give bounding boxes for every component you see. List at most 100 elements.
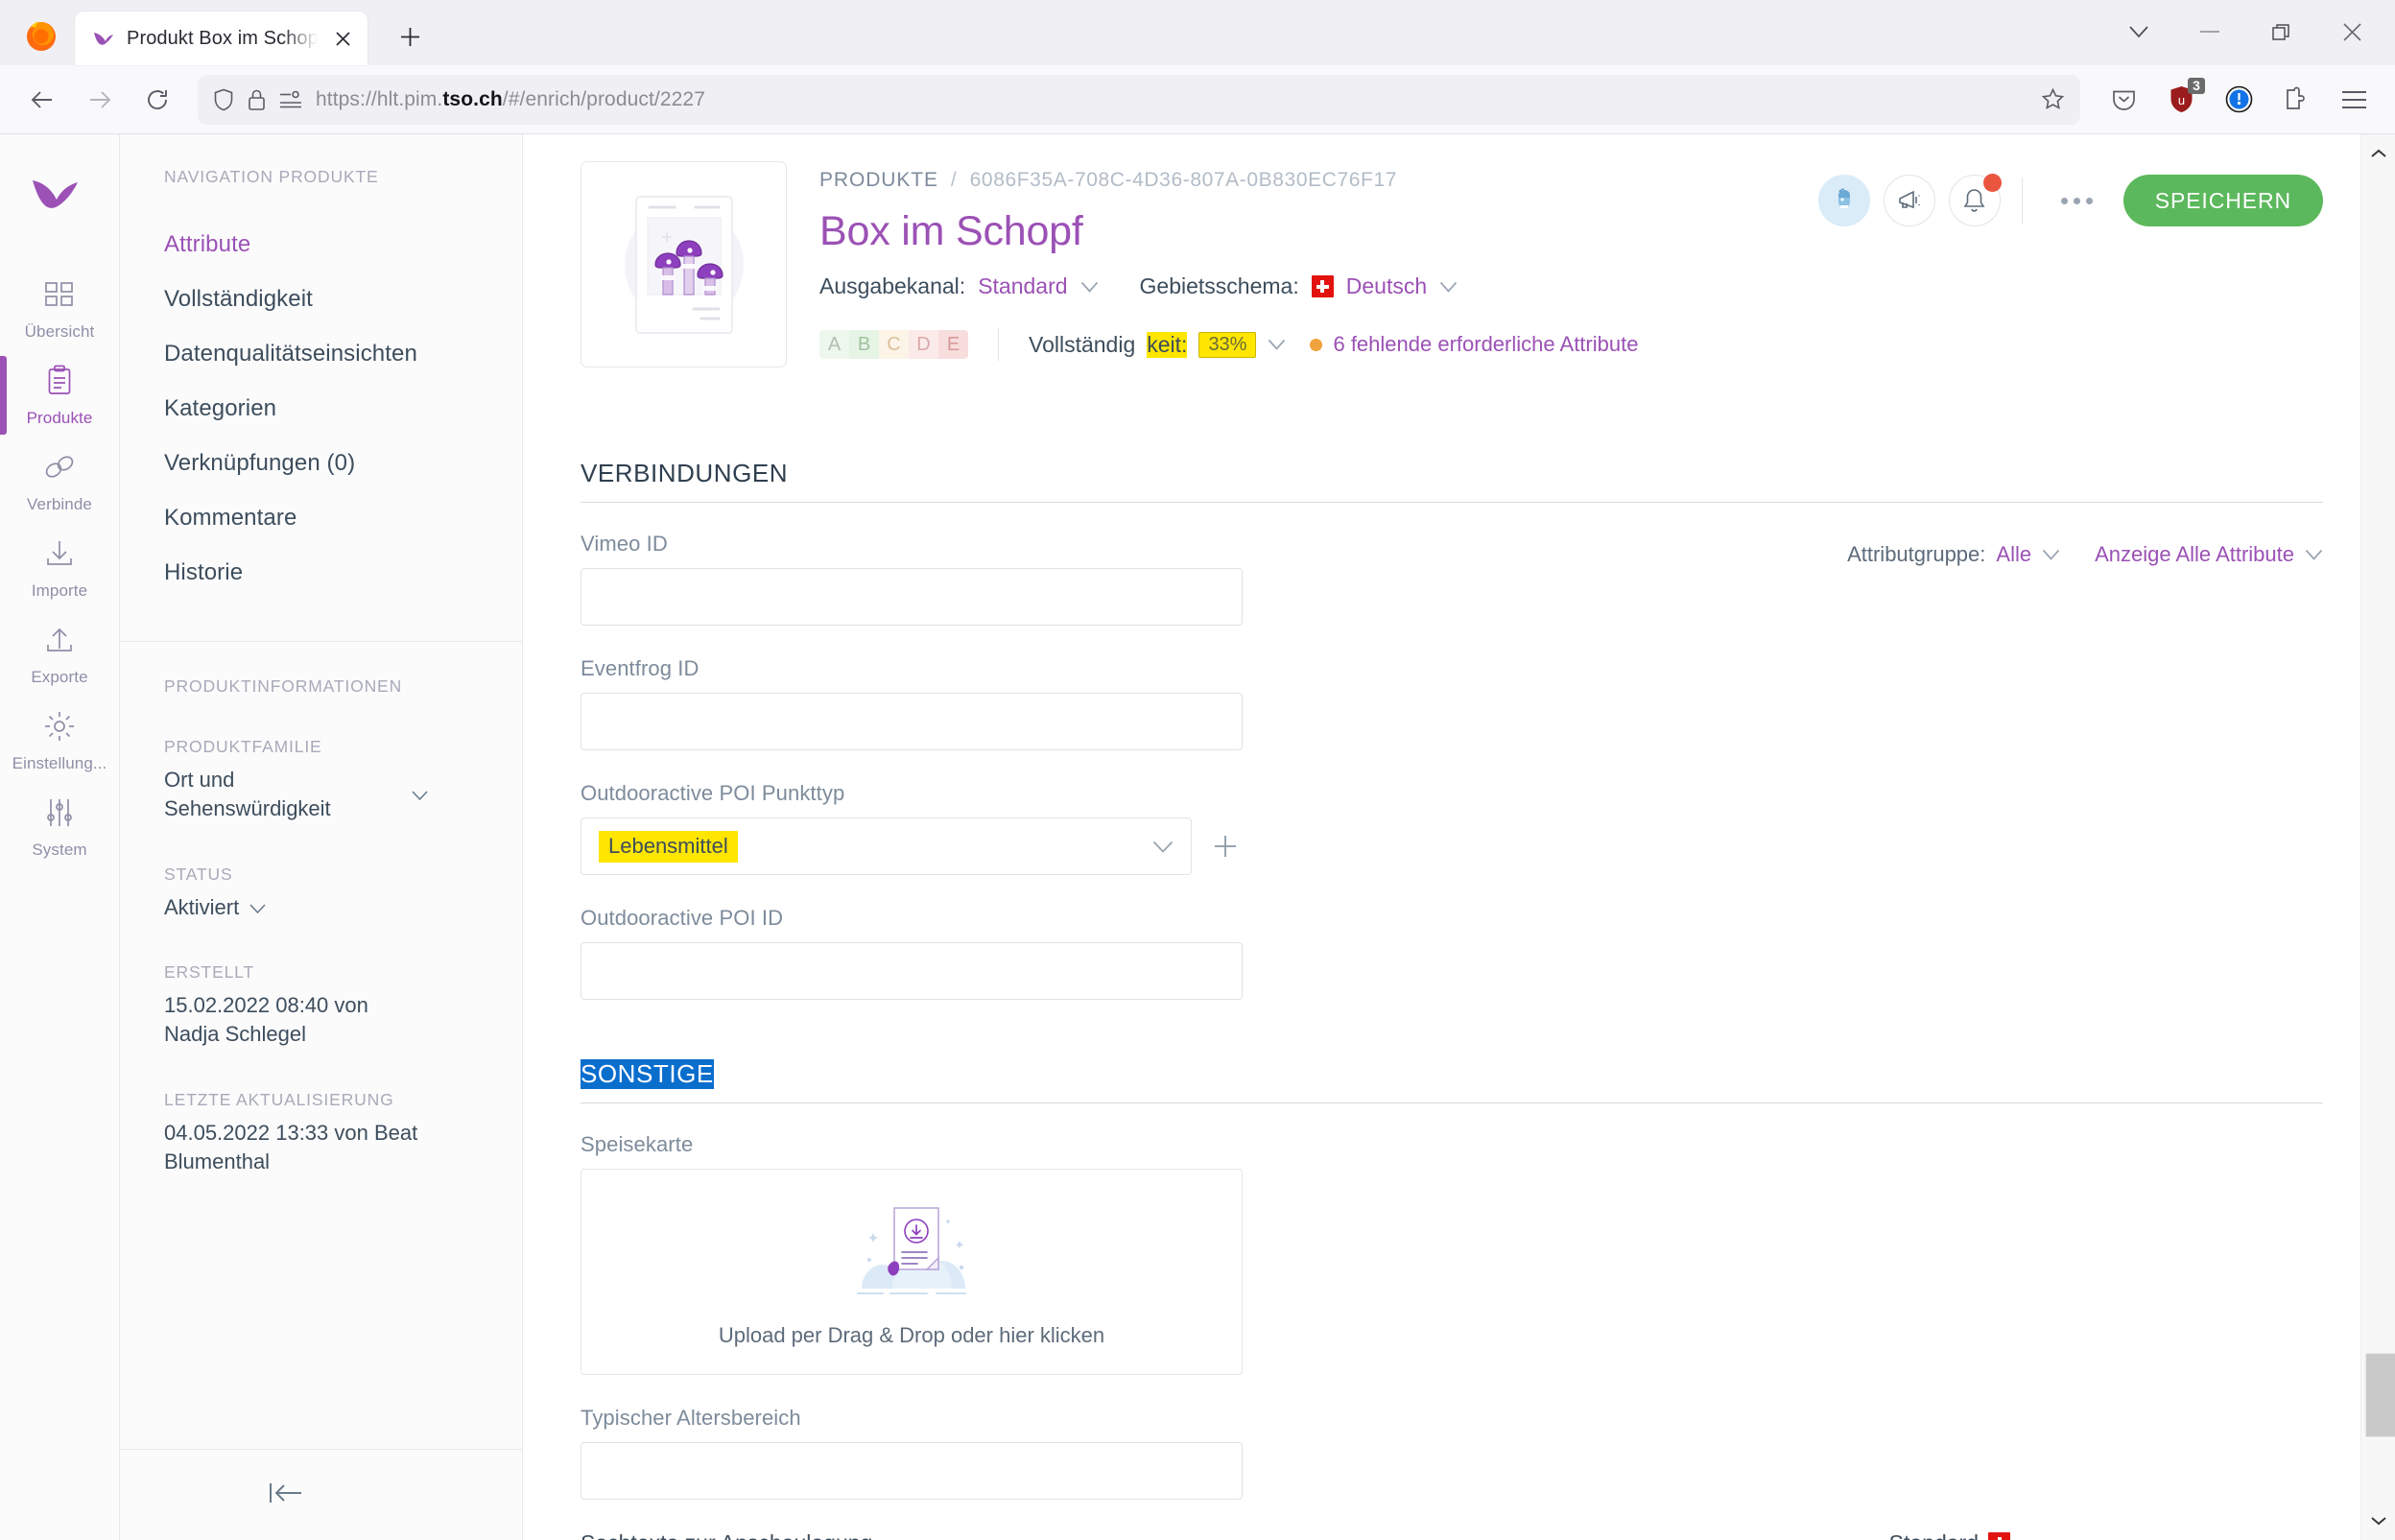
rail-item-importe[interactable]: Importe: [0, 525, 120, 611]
attribute-group-value[interactable]: Alle: [1996, 542, 2031, 567]
status-block: STATUS Aktiviert: [164, 865, 522, 922]
chevron-down-icon[interactable]: [1268, 339, 1286, 350]
swiss-flag-icon: [1988, 1532, 2010, 1540]
quality-completeness-row: A B C D E Vollständig keit: 33% 6 fehlen…: [819, 328, 2323, 361]
tab-close-icon[interactable]: [329, 25, 356, 52]
subnav-item-verknuepfungen[interactable]: Verknüpfungen (0): [164, 450, 522, 477]
rail-item-verbinde[interactable]: Verbinde: [0, 438, 120, 525]
main-content-area: PRODUKTE / 6086F35A-708C-4D36-807A-0B830…: [523, 134, 2395, 1540]
altersbereich-input[interactable]: [581, 1442, 1243, 1500]
assistant-mascot-button[interactable]: [1817, 175, 1870, 226]
updated-label: LETZTE AKTUALISIERUNG: [164, 1089, 394, 1109]
page-scrollbar[interactable]: [2360, 134, 2395, 1540]
scroll-down-arrow-icon[interactable]: [2361, 1504, 2395, 1538]
scroll-up-arrow-icon[interactable]: [2361, 136, 2395, 171]
primary-icon-rail: Übersicht Produkte Verbinde Importe Expo…: [0, 134, 120, 1540]
channel-locale-row: Ausgabekanal: Standard Gebietsschema: De…: [819, 273, 2323, 299]
reload-button[interactable]: [130, 73, 184, 127]
field-label: Speisekarte: [581, 1132, 694, 1156]
hamburger-menu-icon[interactable]: [2328, 74, 2380, 126]
add-poi-punkttyp-button[interactable]: [1212, 833, 1239, 860]
chevron-down-icon[interactable]: [2042, 549, 2060, 560]
close-window-button[interactable]: [2316, 8, 2387, 56]
chevron-down-icon[interactable]: [1439, 281, 1458, 293]
minimize-window-button[interactable]: [2174, 8, 2245, 56]
divider: [2021, 178, 2023, 224]
display-attributes-value[interactable]: Anzeige Alle Attribute: [2095, 542, 2294, 567]
clipboard-icon: [43, 365, 76, 402]
1password-icon[interactable]: [2213, 74, 2265, 126]
breadcrumb-root[interactable]: PRODUKTE: [819, 169, 938, 192]
back-button[interactable]: [15, 73, 69, 127]
sliders-icon: [43, 796, 76, 834]
forward-button[interactable]: [73, 73, 127, 127]
missing-attributes-link[interactable]: 6 fehlende erforderliche Attribute: [1310, 332, 1638, 357]
rail-label: System: [32, 841, 87, 859]
star-bookmark-icon[interactable]: [2041, 87, 2065, 111]
chevron-down-icon[interactable]: [2305, 549, 2323, 560]
chevron-down-icon[interactable]: [1080, 281, 1099, 293]
collapse-sidebar-icon[interactable]: [269, 1481, 303, 1510]
extensions-puzzle-icon[interactable]: [2270, 74, 2322, 126]
rail-item-einstellungen[interactable]: Einstellung...: [0, 698, 120, 784]
header-action-buttons: SPEICHERN: [1817, 174, 2323, 226]
field-label: Typischer Altersbereich: [581, 1406, 801, 1430]
scrollbar-thumb[interactable]: [2365, 1353, 2395, 1437]
attribute-filters-row: Attributgruppe: Alle Anzeige Alle Attrib…: [1847, 542, 2323, 567]
chevron-down-icon[interactable]: [1152, 841, 1174, 853]
browser-tab[interactable]: Produkt Box im Schopf | Bearbeiten: [75, 12, 368, 65]
new-tab-button[interactable]: [389, 15, 431, 58]
speisekarte-upload-dropzone[interactable]: Upload per Drag & Drop oder hier klicken: [581, 1169, 1243, 1375]
field-label: Outdooractive POI Punkttyp: [581, 781, 845, 805]
subnav-item-datenqualitaetseinsichten[interactable]: Datenqualitätseinsichten: [164, 341, 522, 367]
more-options-button[interactable]: [2044, 197, 2110, 204]
rail-item-system[interactable]: System: [0, 784, 120, 870]
divider: [998, 328, 999, 361]
status-value: Aktiviert: [164, 894, 240, 919]
rail-label: Verbinde: [27, 495, 92, 513]
tracking-protection-shield-icon[interactable]: [213, 88, 234, 111]
subnav-item-attribute[interactable]: Attribute: [164, 231, 522, 258]
subnav-item-kommentare[interactable]: Kommentare: [164, 505, 522, 532]
product-thumbnail[interactable]: [581, 161, 787, 367]
rail-item-exporte[interactable]: Exporte: [0, 611, 120, 698]
subnav-item-vollstaendigkeit[interactable]: Vollständigkeit: [164, 286, 522, 313]
channel-value[interactable]: Standard: [978, 273, 1067, 299]
megaphone-announcements-button[interactable]: [1883, 175, 1935, 226]
field-eventfrog-id: Eventfrog ID: [581, 656, 2323, 750]
section-title-verbindungen: VERBINDUNGEN: [581, 459, 789, 487]
locale-value[interactable]: Deutsch: [1346, 273, 1427, 299]
poi-id-input[interactable]: [581, 942, 1243, 1000]
field-label: Outdooractive POI ID: [581, 906, 784, 930]
rail-item-produkte[interactable]: Produkte: [0, 352, 120, 438]
product-family-value-row[interactable]: Ort und Sehenswürdigkeit: [164, 766, 428, 824]
rail-item-uebersicht[interactable]: Übersicht: [0, 266, 120, 352]
chevron-down-icon: [412, 780, 428, 809]
site-permissions-icon[interactable]: [279, 90, 302, 109]
poi-punkttyp-select[interactable]: Lebensmittel: [581, 817, 1192, 875]
field-label: Eventfrog ID: [581, 656, 700, 680]
notifications-bell-button[interactable]: [1948, 174, 2002, 226]
window-controls: [2103, 8, 2387, 56]
subnav-item-kategorien[interactable]: Kategorien: [164, 395, 522, 422]
upload-document-illustration-icon: [835, 1196, 988, 1302]
subnav-item-historie[interactable]: Historie: [164, 559, 522, 586]
url-address-bar[interactable]: https://hlt.pim.tso.ch/#/enrich/product/…: [198, 74, 2080, 125]
restore-window-button[interactable]: [2245, 8, 2316, 56]
section-rule: [581, 1102, 2323, 1103]
url-path: /#/enrich/product/2227: [502, 87, 705, 110]
app-logo-icon[interactable]: [31, 173, 88, 227]
padlock-icon[interactable]: [248, 88, 266, 111]
list-all-tabs-button[interactable]: [2103, 8, 2174, 56]
url-host-domain: tso.ch: [442, 87, 503, 110]
eventfrog-id-input[interactable]: [581, 693, 1243, 750]
vimeo-id-input[interactable]: [581, 568, 1243, 626]
status-label: STATUS: [164, 864, 233, 884]
upload-hint-text: Upload per Drag & Drop oder hier klicken: [718, 1322, 1105, 1347]
status-value-row[interactable]: Aktiviert: [164, 893, 428, 922]
save-button[interactable]: SPEICHERN: [2122, 175, 2323, 226]
ublock-origin-icon[interactable]: u 3: [2155, 74, 2207, 126]
pocket-icon[interactable]: [2098, 74, 2149, 126]
next-field-label: Sachtexte zur Anschaulegung: [581, 1530, 872, 1540]
section-rule: [581, 502, 2323, 503]
